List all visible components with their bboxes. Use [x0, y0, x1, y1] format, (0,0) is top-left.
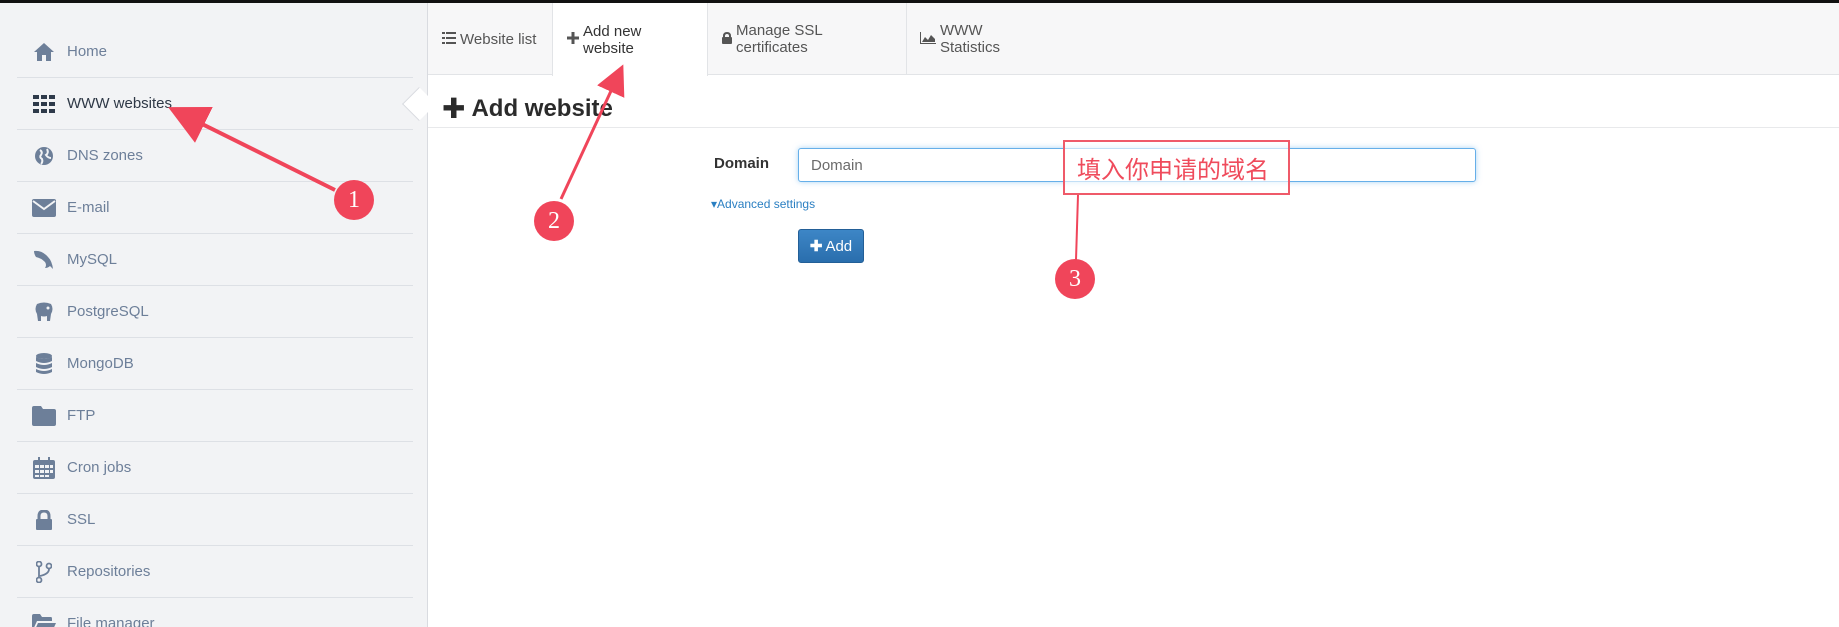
sidebar: Home WWW websites DNS zones E-mail MySQL… [0, 3, 436, 627]
annotation-leader-3 [1075, 194, 1079, 261]
sidebar-item-label: WWW websites [67, 95, 172, 112]
sidebar-item-label: SSL [67, 511, 96, 528]
area-chart-icon [920, 31, 940, 48]
sidebar-item-label: E-mail [67, 199, 110, 216]
sidebar-item-label: DNS zones [67, 147, 143, 164]
dolphin-icon [31, 248, 57, 272]
annotation-marker-1: 1 [334, 180, 374, 220]
lock-icon [31, 508, 57, 532]
sidebar-item-postgresql[interactable]: PostgreSQL [17, 286, 413, 338]
annotation-callout: 填入你申请的域名 [1063, 140, 1290, 195]
app-root: Home WWW websites DNS zones E-mail MySQL… [0, 0, 1839, 627]
sidebar-item-dns-zones[interactable]: DNS zones [17, 130, 413, 182]
sidebar-item-repositories[interactable]: Repositories [17, 546, 413, 598]
tab-label: WWW Statistics [940, 22, 1001, 56]
sidebar-item-label: Home [67, 43, 108, 60]
page-title-text: Add website [471, 94, 613, 122]
annotation-marker-3: 3 [1055, 259, 1095, 299]
tab-label: Add new website [583, 22, 642, 57]
sidebar-item-label: PostgreSQL [67, 303, 149, 320]
sidebar-item-file-manager[interactable]: File manager [17, 598, 413, 627]
title-divider [428, 127, 1839, 128]
plus-icon: ✚ [442, 93, 466, 124]
lock-icon [722, 31, 736, 48]
sidebar-item-cron-jobs[interactable]: Cron jobs [17, 442, 413, 494]
tab-bar: Website list Add new website Manage SSL … [428, 3, 1839, 76]
sidebar-item-www-websites[interactable]: WWW websites [17, 78, 436, 130]
domain-label: Domain [714, 155, 770, 172]
elephant-icon [31, 300, 57, 324]
sidebar-list: Home WWW websites DNS zones E-mail MySQL… [17, 26, 436, 627]
folder-open-icon [31, 612, 57, 627]
plus-icon [567, 31, 583, 48]
page-title: ✚ Add website [442, 92, 613, 125]
sidebar-item-mysql[interactable]: MySQL [17, 234, 413, 286]
sidebar-item-mongodb[interactable]: MongoDB [17, 338, 413, 390]
tab-add-new-website[interactable]: Add new website [552, 3, 708, 76]
plus-icon: ✚ [809, 238, 823, 255]
globe-icon [31, 144, 57, 168]
sidebar-item-ssl[interactable]: SSL [17, 494, 413, 546]
sidebar-item-label: Cron jobs [67, 459, 132, 476]
grid-icon [31, 92, 57, 116]
advanced-settings-label: Advanced settings [717, 197, 816, 211]
sidebar-item-label: Repositories [67, 563, 151, 580]
sidebar-item-label: File manager [67, 615, 155, 627]
tab-www-statistics[interactable]: WWW Statistics [906, 3, 1048, 75]
list-icon [442, 31, 460, 48]
sidebar-item-ftp[interactable]: FTP [17, 390, 413, 442]
tab-manage-ssl-certificates[interactable]: Manage SSL certificates [708, 3, 907, 75]
active-indicator [402, 87, 436, 121]
sidebar-item-label: MongoDB [67, 355, 134, 372]
tab-label: Website list [460, 30, 537, 48]
advanced-settings-toggle[interactable]: ▾Advanced settings [711, 197, 815, 211]
add-button[interactable]: ✚ Add [798, 229, 864, 263]
annotation-marker-2: 2 [534, 201, 574, 241]
tab-label: Manage SSL certificates [736, 22, 823, 56]
branch-icon [31, 560, 57, 584]
home-icon [31, 40, 57, 64]
add-button-label: Add [825, 237, 853, 255]
calendar-icon [31, 456, 57, 480]
envelope-icon [31, 196, 57, 220]
database-icon [31, 352, 57, 376]
sidebar-item-label: MySQL [67, 251, 118, 268]
folder-icon [31, 404, 57, 428]
sidebar-item-label: FTP [67, 407, 96, 424]
sidebar-item-home[interactable]: Home [17, 26, 413, 78]
tab-website-list[interactable]: Website list [428, 3, 553, 75]
